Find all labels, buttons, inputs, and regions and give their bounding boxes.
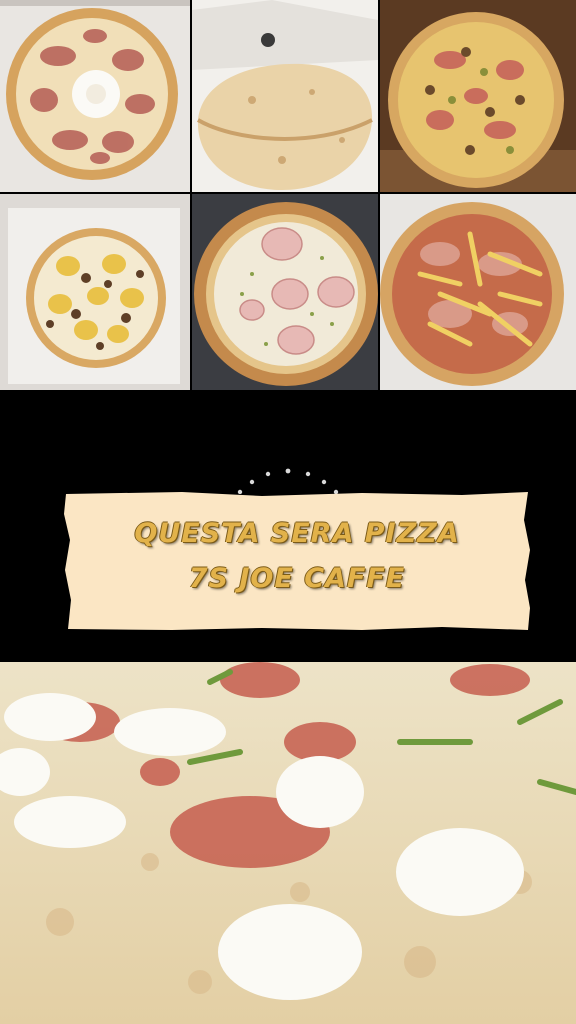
banner-note: QUESTA SERA PIZZA 7S JOE CAFFE	[62, 490, 532, 632]
photo-pizza-prosciutto-egg	[0, 0, 190, 192]
photo-pizza-mortadella	[192, 194, 378, 390]
photo-pizza-potato-sausage	[0, 194, 190, 390]
photo-pizza-burrata-closeup	[0, 662, 576, 1024]
photo-grid	[0, 0, 576, 390]
photo-pizza-capricciosa	[380, 0, 576, 192]
banner-title-line2: 7S JOE CAFFE	[188, 563, 406, 594]
torn-paper-shape	[64, 492, 530, 630]
photo-calzone	[192, 0, 378, 192]
photo-pizza-ham-fries	[380, 194, 576, 390]
banner-title-line1: QUESTA SERA PIZZA	[134, 518, 460, 549]
